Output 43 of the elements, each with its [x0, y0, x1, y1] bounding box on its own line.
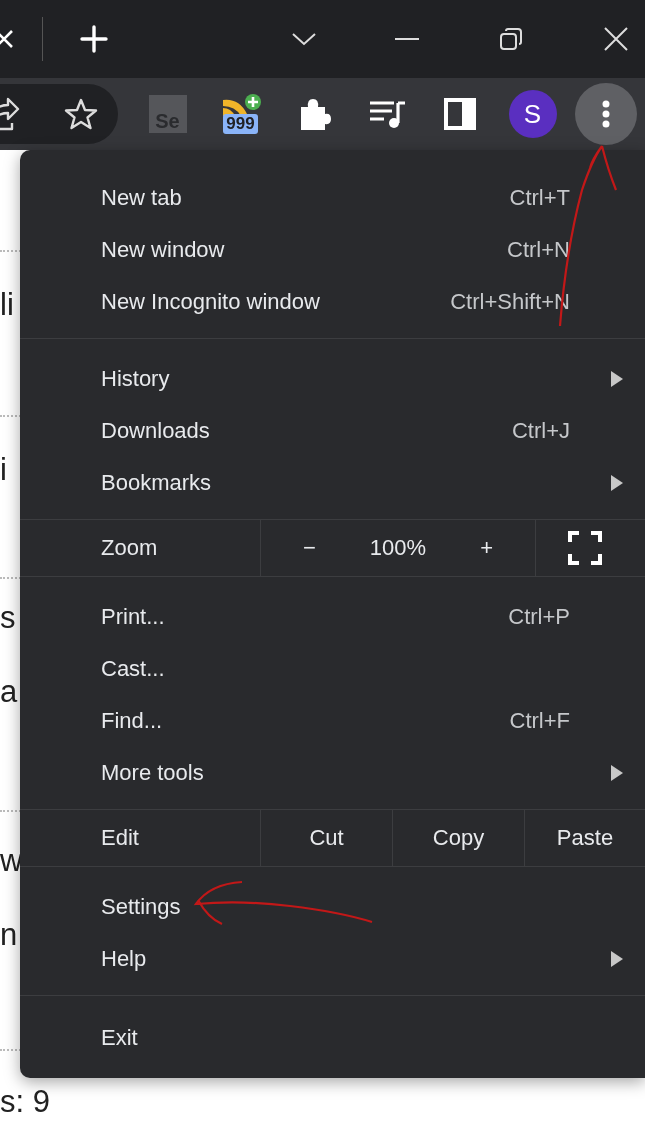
menu-item[interactable]: History	[20, 353, 645, 405]
menu-icon	[601, 100, 610, 128]
menu-item[interactable]: Settings	[20, 881, 645, 933]
edit-button[interactable]: Cut	[261, 810, 393, 866]
zoom-out-button[interactable]: −	[293, 531, 326, 565]
zoom-level: 100%	[369, 535, 427, 561]
page-text: i	[0, 451, 7, 489]
page-text: li	[0, 286, 14, 324]
count-badge: 999	[223, 114, 258, 134]
menu-item[interactable]: Help	[20, 933, 645, 985]
page-text: s: 9	[0, 1083, 50, 1121]
menu-item[interactable]: Bookmarks	[20, 457, 645, 509]
minimize-icon[interactable]	[395, 37, 419, 41]
close-icon[interactable]	[604, 27, 628, 51]
chevron-down-icon[interactable]	[291, 31, 317, 47]
submenu-arrow-icon	[611, 371, 623, 387]
submenu-arrow-icon	[611, 765, 623, 781]
edit-button[interactable]: Paste	[525, 810, 645, 866]
page-text: n	[0, 916, 18, 954]
menu-label: Zoom	[20, 520, 261, 576]
page-text: a	[0, 673, 18, 711]
menu-item[interactable]: Print... Ctrl+P	[20, 591, 645, 643]
restore-icon[interactable]	[499, 27, 523, 51]
edit-button[interactable]: Copy	[393, 810, 525, 866]
submenu-arrow-icon	[611, 951, 623, 967]
close-icon[interactable]	[0, 29, 16, 49]
menu-item[interactable]: New window Ctrl+N	[20, 224, 645, 276]
menu-item[interactable]: New tab Ctrl+T	[20, 172, 645, 224]
menu-item[interactable]: More tools	[20, 747, 645, 799]
menu-item[interactable]: Exit	[20, 1012, 645, 1064]
fullscreen-icon[interactable]	[568, 531, 602, 565]
side-panel-icon[interactable]	[443, 98, 476, 130]
plus-icon[interactable]	[80, 25, 108, 53]
menu-item[interactable]: Downloads Ctrl+J	[20, 405, 645, 457]
star-icon[interactable]	[64, 98, 98, 130]
playlist-icon[interactable]	[367, 99, 406, 129]
menu-label: Edit	[20, 810, 261, 866]
page-text: s	[0, 599, 16, 637]
menu-item[interactable]: Find... Ctrl+F	[20, 695, 645, 747]
menu-item[interactable]: Cast...	[20, 643, 645, 695]
submenu-arrow-icon	[611, 475, 623, 491]
zoom-in-button[interactable]: +	[470, 531, 503, 565]
profile-avatar[interactable]: S	[508, 90, 557, 138]
